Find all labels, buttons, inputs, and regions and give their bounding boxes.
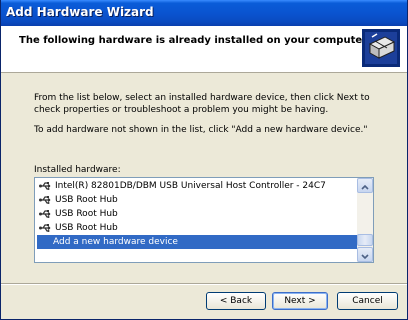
- usb-icon: [39, 196, 51, 204]
- usb-icon: [39, 182, 51, 190]
- installed-hardware-label: Installed hardware:: [34, 165, 121, 175]
- installed-hardware-list[interactable]: Intel(R) 82801DB/DBM USB Universal Host …: [34, 177, 374, 263]
- chevron-up-icon: [361, 184, 369, 190]
- list-scrollbar[interactable]: [357, 178, 373, 262]
- scroll-up-button[interactable]: [357, 178, 373, 193]
- scroll-thumb[interactable]: [357, 234, 373, 246]
- header-title: The following hardware is already instal…: [19, 35, 368, 46]
- window-title: Add Hardware Wizard: [6, 5, 154, 19]
- list-items: Intel(R) 82801DB/DBM USB Universal Host …: [35, 178, 357, 262]
- next-button[interactable]: Next >: [272, 292, 328, 310]
- list-item[interactable]: USB Root Hub: [37, 193, 357, 207]
- back-button[interactable]: < Back: [206, 292, 266, 310]
- list-item-add-new-device[interactable]: Add a new hardware device: [37, 235, 357, 249]
- chevron-down-icon: [361, 254, 369, 260]
- list-item-label: USB Root Hub: [55, 223, 118, 233]
- wizard-window: Add Hardware Wizard The following hardwa…: [0, 0, 408, 320]
- list-item-label: USB Root Hub: [55, 209, 118, 219]
- list-item[interactable]: USB Root Hub: [37, 221, 357, 235]
- list-item-label: USB Root Hub: [55, 195, 118, 205]
- cancel-button[interactable]: Cancel: [337, 292, 398, 310]
- instructions-paragraph: From the list below, select an installed…: [34, 93, 370, 115]
- usb-icon: [39, 210, 51, 218]
- list-item-label: Add a new hardware device: [53, 237, 178, 247]
- usb-icon: [39, 224, 51, 232]
- wizard-header: The following hardware is already instal…: [1, 26, 407, 73]
- hardware-wizard-icon: [362, 29, 400, 67]
- list-item[interactable]: Intel(R) 82801DB/DBM USB Universal Host …: [37, 179, 357, 193]
- title-bar[interactable]: Add Hardware Wizard: [1, 0, 407, 26]
- add-hardware-hint: To add hardware not shown in the list, c…: [34, 125, 368, 135]
- scroll-down-button[interactable]: [357, 247, 373, 262]
- footer-divider: [1, 283, 407, 285]
- list-item-label: Intel(R) 82801DB/DBM USB Universal Host …: [55, 181, 326, 191]
- list-item[interactable]: USB Root Hub: [37, 207, 357, 221]
